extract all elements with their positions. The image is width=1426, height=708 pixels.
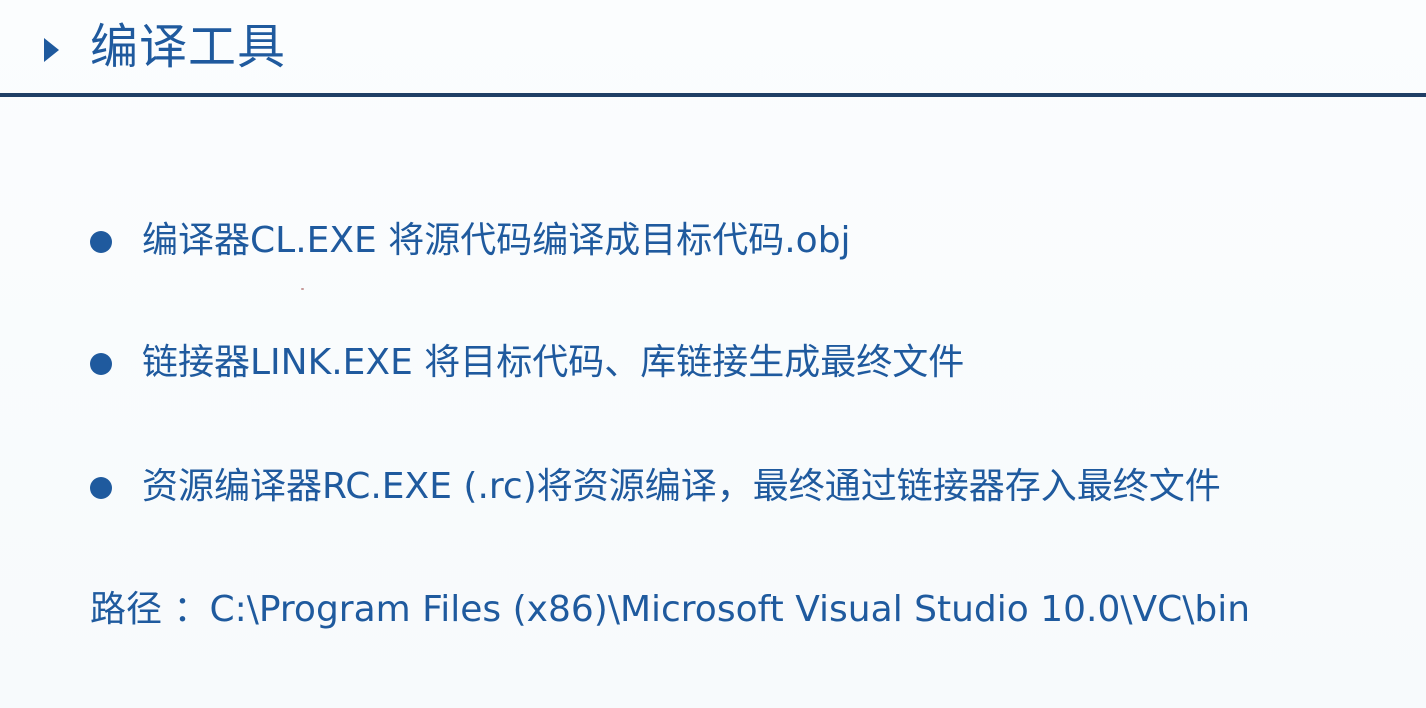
title-divider xyxy=(0,93,1426,97)
bullet-text: 资源编译器RC.EXE (.rc)将资源编译，最终通过链接器存入最终文件 xyxy=(142,466,1221,507)
path-line: 路径 ：C:\Program Files (x86)\Microsoft Vis… xyxy=(90,589,1251,630)
slide: 编译工具 编译器CL.EXE 将源代码编译成目标代码.obj 链接器LINK.E… xyxy=(0,0,1426,708)
bullet-dot-icon xyxy=(90,231,112,253)
slide-title: 编译工具 xyxy=(90,19,287,75)
bullet-text: 链接器LINK.EXE 将目标代码、库链接生成最终文件 xyxy=(142,342,965,383)
bullet-dot-icon xyxy=(90,353,112,375)
bullet-dot-icon xyxy=(90,477,112,499)
title-bar: 编译工具 xyxy=(0,0,1426,97)
triangle-right-icon xyxy=(44,38,59,62)
speck-mark xyxy=(301,288,304,290)
bullet-text: 编译器CL.EXE 将源代码编译成目标代码.obj xyxy=(142,220,851,261)
